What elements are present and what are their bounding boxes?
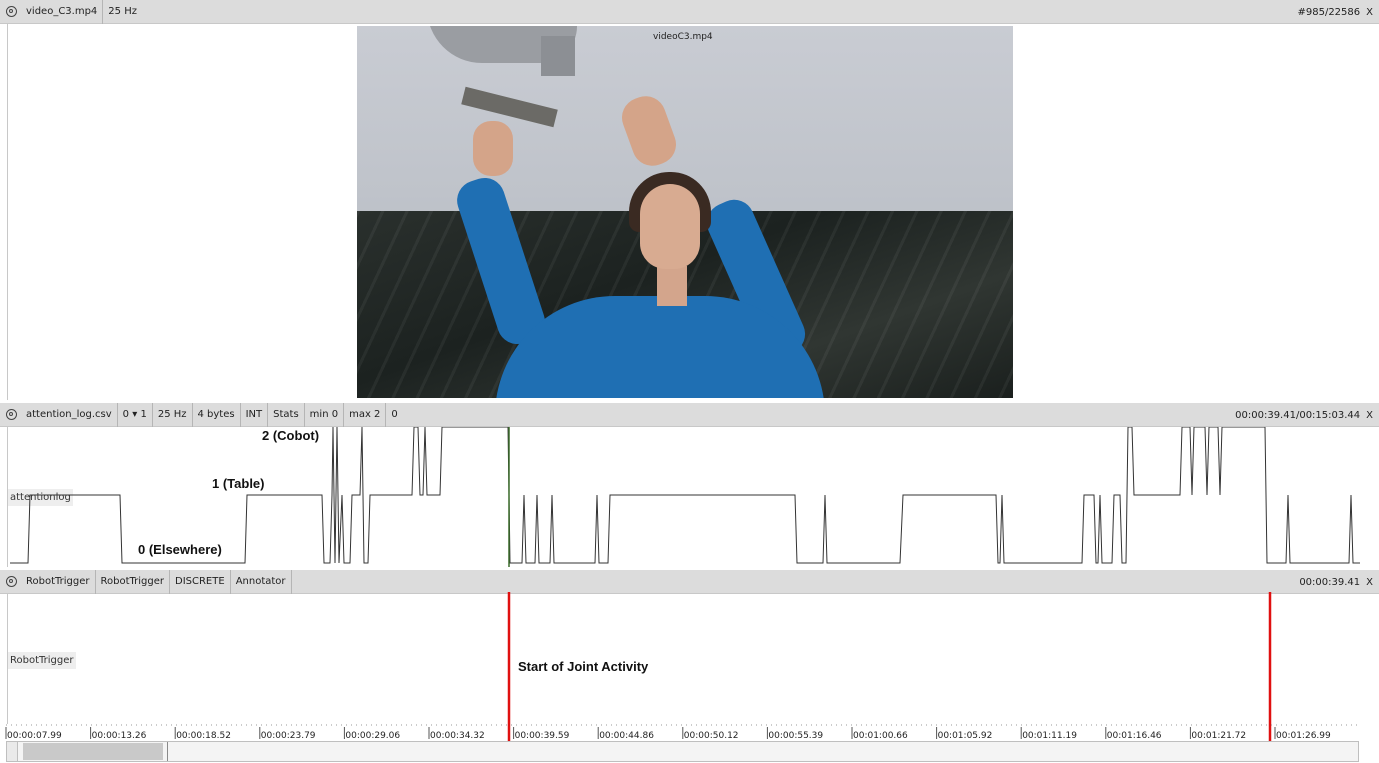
video-panel-header: video_C3.mp4 25 Hz #985/22586 X xyxy=(0,0,1379,24)
timeline-tick-label: 00:00:18.52 xyxy=(176,731,231,741)
timeline-tick-label: 00:01:26.99 xyxy=(1276,731,1331,741)
attention-rate: 25 Hz xyxy=(153,402,193,427)
timeline-tick-label: 00:00:44.86 xyxy=(599,731,654,741)
attention-max: max 2 xyxy=(344,402,387,427)
timeline-tick-label: 00:00:29.06 xyxy=(345,731,400,741)
level-1-annotation: 1 (Table) xyxy=(212,476,265,491)
timeline-tick-label: 00:00:23.79 xyxy=(261,731,316,741)
video-frame[interactable]: videoC3.mp4 xyxy=(357,26,1013,398)
timeline-tick-label: 00:01:16.46 xyxy=(1107,731,1162,741)
trigger-panel-header: RobotTrigger RobotTrigger DISCRETE Annot… xyxy=(0,569,1379,594)
video-person-hand-right xyxy=(616,90,682,172)
timeline-ticks: 00:00:07.99 00:00:13.26 00:00:18.52 00:00:2… xyxy=(5,727,1331,741)
dimension-count: 1 xyxy=(140,409,147,420)
trigger-name-2: RobotTrigger xyxy=(96,569,170,594)
video-person-hand-left xyxy=(473,121,513,176)
timeline-tick-label: 00:00:07.99 xyxy=(7,731,62,741)
attention-signal-plot[interactable]: 2 (Cobot) 1 (Table) 0 (Elsewhere) xyxy=(0,427,1379,567)
scroll-left-button[interactable] xyxy=(7,742,18,761)
trigger-time: 00:00:39.41 xyxy=(1299,576,1361,588)
attention-min: min 0 xyxy=(305,402,345,427)
scroll-position-marker xyxy=(167,742,168,761)
settings-gear-icon[interactable] xyxy=(6,576,17,587)
panel-divider xyxy=(7,24,8,400)
dimension-selector[interactable]: 0 ▾ 1 xyxy=(118,402,153,427)
timeline-tick-label: 00:01:00.66 xyxy=(853,731,908,741)
level-0-annotation: 0 (Elsewhere) xyxy=(138,542,222,557)
joint-activity-annotation: Start of Joint Activity xyxy=(518,659,649,674)
settings-gear-icon[interactable] xyxy=(6,409,17,420)
timeline-tick-label: 00:01:21.72 xyxy=(1191,731,1246,741)
timeline-tick-label: 00:00:34.32 xyxy=(430,731,485,741)
timeline-tick-label: 00:00:50.12 xyxy=(684,731,739,741)
trigger-mode: DISCRETE xyxy=(170,569,231,594)
scrollbar-thumb[interactable] xyxy=(23,743,163,760)
video-overlay-label: videoC3.mp4 xyxy=(653,32,713,42)
close-trigger-panel-button[interactable]: X xyxy=(1366,577,1373,588)
video-rate: 25 Hz xyxy=(108,6,137,17)
dimension-value: 0 xyxy=(122,409,130,420)
timeline-tick-label: 00:01:05.92 xyxy=(938,731,993,741)
attention-file-name: attention_log.csv xyxy=(21,402,118,427)
close-video-panel-button[interactable]: X xyxy=(1366,7,1373,18)
video-person-neck xyxy=(657,266,687,306)
attention-time: 00:00:39.41/00:15:03.44 xyxy=(1235,409,1361,421)
timeline-tick-label: 00:01:11.19 xyxy=(1022,731,1077,741)
timeline-scrollbar[interactable] xyxy=(6,741,1359,762)
timeline-tick-label: 00:00:13.26 xyxy=(92,731,147,741)
timeline-tick-label: 00:00:55.39 xyxy=(768,731,823,741)
stats-button[interactable]: Stats xyxy=(268,402,305,427)
attention-panel-header: attention_log.csv 0 ▾ 1 25 Hz 4 bytes IN… xyxy=(0,402,1379,427)
chevron-down-icon[interactable]: ▾ xyxy=(132,409,137,420)
trigger-timeline-plot[interactable]: Start of Joint Activity 00:00:07.99 00:00… xyxy=(0,592,1379,742)
level-2-annotation: 2 (Cobot) xyxy=(262,428,319,443)
timeline-tick-label: 00:00:39.59 xyxy=(515,731,570,741)
attention-bytes: 4 bytes xyxy=(193,402,241,427)
video-file-name: video_C3.mp4 xyxy=(21,0,104,24)
frame-counter: #985/22586 xyxy=(1297,6,1361,18)
trigger-name: RobotTrigger xyxy=(21,569,96,594)
attention-type: INT xyxy=(241,402,269,427)
video-robot-bracket xyxy=(541,36,575,76)
video-held-part xyxy=(461,86,558,128)
attention-value: 0 xyxy=(391,409,398,420)
settings-gear-icon[interactable] xyxy=(6,6,17,17)
video-person-face xyxy=(640,184,700,269)
close-attention-panel-button[interactable]: X xyxy=(1366,410,1373,421)
annotator-button[interactable]: Annotator xyxy=(231,569,292,594)
